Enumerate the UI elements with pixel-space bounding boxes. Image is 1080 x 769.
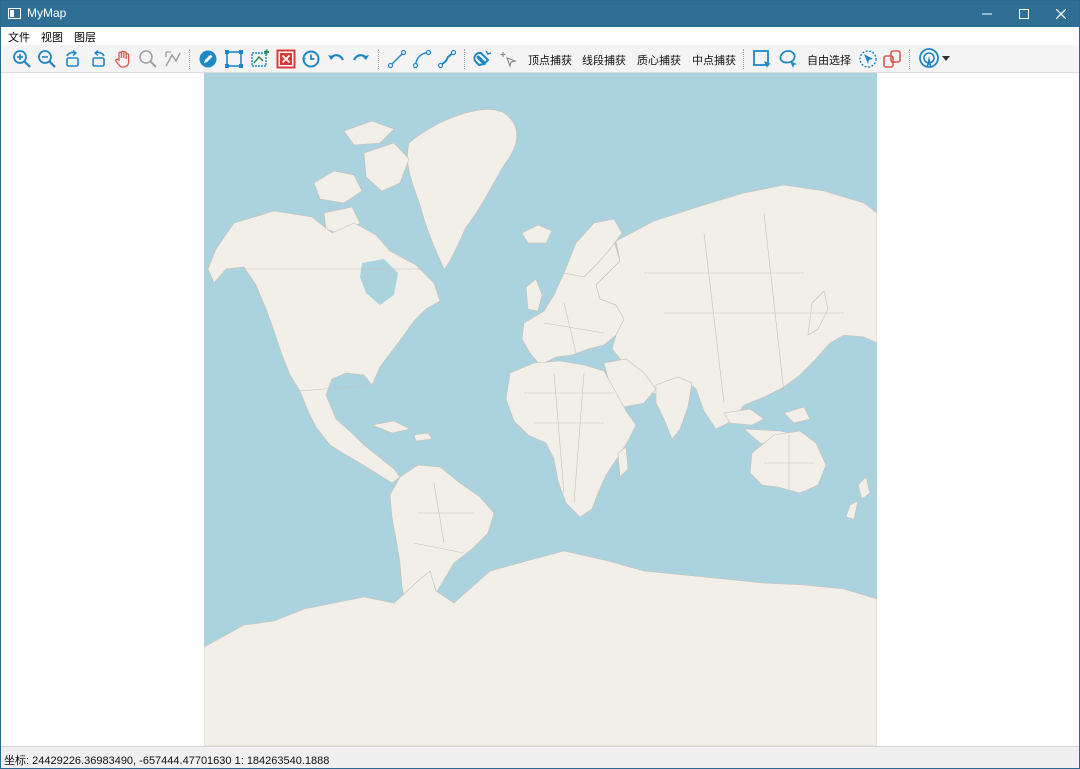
undo-icon [328, 54, 344, 61]
title-bar[interactable]: MyMap [1, 1, 1079, 27]
edit-button[interactable] [197, 48, 219, 70]
full-extent-icon [165, 51, 181, 67]
rotate-right-button[interactable] [87, 48, 109, 70]
menu-view[interactable]: 视图 [41, 29, 63, 45]
world-map-image [204, 73, 877, 746]
app-icon [8, 8, 21, 19]
zoom-out-button[interactable] [36, 48, 58, 70]
dropdown-arrow-icon [942, 56, 950, 61]
snap-midpoint-button[interactable]: 中点捕获 [692, 52, 736, 68]
rect-select-button[interactable] [751, 48, 773, 70]
menu-layer[interactable]: 图层 [74, 29, 96, 45]
toolbar-separator [378, 49, 379, 69]
close-icon [1056, 9, 1066, 19]
location-button[interactable] [917, 48, 941, 70]
toolbar-separator [189, 49, 190, 69]
maximize-icon [1019, 9, 1029, 19]
pan-button[interactable] [112, 48, 134, 70]
close-button[interactable] [1042, 1, 1080, 27]
snap-segment-button[interactable]: 线段捕获 [582, 52, 626, 68]
menu-bar: 文件 视图 图层 [1, 27, 1079, 45]
add-feature-button[interactable] [249, 48, 271, 70]
pointer-select-button[interactable] [857, 48, 879, 70]
map-view[interactable] [204, 73, 877, 746]
snap-centroid-button[interactable]: 质心捕获 [637, 52, 681, 68]
toolbar-separator [743, 49, 744, 69]
free-select-button[interactable]: 自由选择 [807, 52, 851, 68]
zoom-window-icon [139, 50, 157, 68]
delete-icon [276, 49, 296, 69]
snap-toggle-button[interactable] [471, 48, 493, 70]
history-button[interactable] [300, 48, 322, 70]
clock-history-icon [302, 50, 320, 68]
snap-settings-button[interactable] [497, 48, 519, 70]
undo-button[interactable] [325, 48, 347, 70]
zoom-in-icon [13, 50, 31, 68]
maximize-button[interactable] [1005, 1, 1043, 27]
lasso-select-button[interactable] [777, 48, 799, 70]
snap-cursor-icon [500, 52, 518, 69]
menu-file[interactable]: 文件 [8, 29, 30, 45]
minimize-icon [982, 13, 992, 15]
toolbar-separator [909, 49, 910, 69]
toolbar: 顶点捕获 线段捕获 质心捕获 中点捕获 自由选择 [1, 45, 1079, 73]
rotate-right-icon [92, 49, 105, 67]
add-feature-icon [251, 49, 269, 67]
pencil-edit-icon [199, 50, 217, 68]
minimize-button[interactable] [968, 1, 1006, 27]
rotate-left-button[interactable] [62, 48, 84, 70]
status-bar: 坐标: 24429226.36983490, -657444.47701630 … [1, 746, 1079, 768]
coordinate-readout: 坐标: 24429226.36983490, -657444.47701630 … [4, 755, 330, 767]
map-canvas[interactable] [1, 73, 1079, 746]
rotate-left-icon [66, 49, 79, 67]
add-polygon-button[interactable] [223, 48, 245, 70]
snap-vertex-button[interactable]: 顶点捕获 [528, 52, 572, 68]
full-extent-button[interactable] [162, 48, 184, 70]
polyline-icon [437, 49, 457, 69]
multi-select-icon [883, 50, 901, 68]
magnet-icon [473, 50, 492, 67]
draw-polyline-button[interactable] [436, 48, 458, 70]
location-pin-icon [919, 48, 939, 68]
draw-line-button[interactable] [386, 48, 408, 70]
pointer-icon [859, 50, 877, 68]
toolbar-separator [464, 49, 465, 69]
location-dropdown[interactable] [941, 48, 951, 70]
redo-icon [353, 54, 369, 61]
zoom-out-icon [38, 50, 56, 68]
curve-icon [412, 49, 432, 69]
redo-button[interactable] [350, 48, 372, 70]
rectangle-select-icon [753, 50, 771, 68]
multi-select-button[interactable] [881, 48, 903, 70]
zoom-window-button[interactable] [137, 48, 159, 70]
delete-button[interactable] [275, 48, 297, 70]
window-title: MyMap [27, 6, 67, 20]
line-icon [387, 49, 407, 69]
zoom-in-button[interactable] [11, 48, 33, 70]
draw-curve-button[interactable] [411, 48, 433, 70]
hand-pan-icon [115, 50, 130, 68]
main-window: MyMap 文件 视图 图层 顶点捕获 线段捕获 质心捕获 中点捕获 自由选择 … [0, 0, 1080, 769]
lasso-select-icon [779, 50, 797, 68]
polygon-node-icon [225, 50, 243, 68]
